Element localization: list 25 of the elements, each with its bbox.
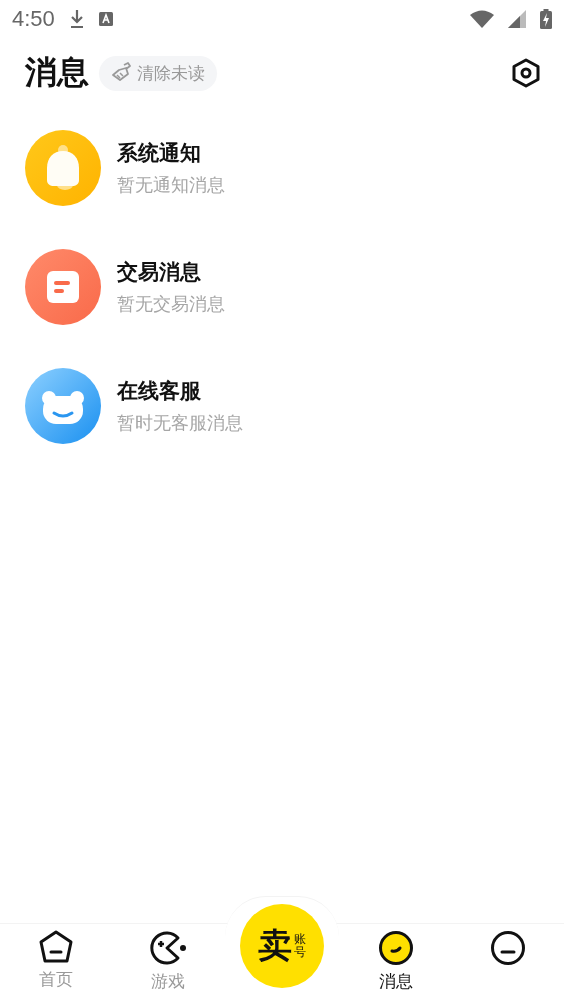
home-icon — [38, 930, 74, 964]
status-time: 4:50 — [12, 6, 55, 32]
conversation-title: 交易消息 — [117, 259, 202, 286]
conversation-subtitle: 暂无通知消息 — [117, 173, 225, 197]
conversation-title: 在线客服 — [117, 378, 202, 405]
nav-tab[interactable]: 消息 — [356, 930, 436, 1000]
battery-icon — [540, 9, 552, 29]
conversation-subtitle: 暂时无客服消息 — [117, 411, 243, 435]
download-icon — [68, 9, 85, 29]
bear-face-icon — [25, 368, 101, 444]
bell-icon — [25, 130, 101, 206]
keyboard-app-icon — [98, 12, 113, 26]
face-icon — [490, 930, 526, 966]
conversation-title: 系统通知 — [117, 140, 202, 167]
conversation-item[interactable]: 交易消息 暂无交易消息 — [25, 249, 564, 325]
conversation-subtitle: 暂无交易消息 — [117, 292, 225, 316]
conversation-item[interactable]: 在线客服 暂时无客服消息 — [25, 368, 564, 444]
conversation-item[interactable]: 系统通知 暂无通知消息 — [25, 130, 564, 206]
page-title: 消息 — [25, 52, 89, 93]
wifi-icon — [470, 10, 494, 28]
settings-icon[interactable] — [512, 58, 540, 88]
broom-icon — [111, 62, 133, 84]
pacman-icon — [149, 930, 187, 966]
signal-icon — [508, 10, 526, 28]
document-icon — [25, 249, 101, 325]
